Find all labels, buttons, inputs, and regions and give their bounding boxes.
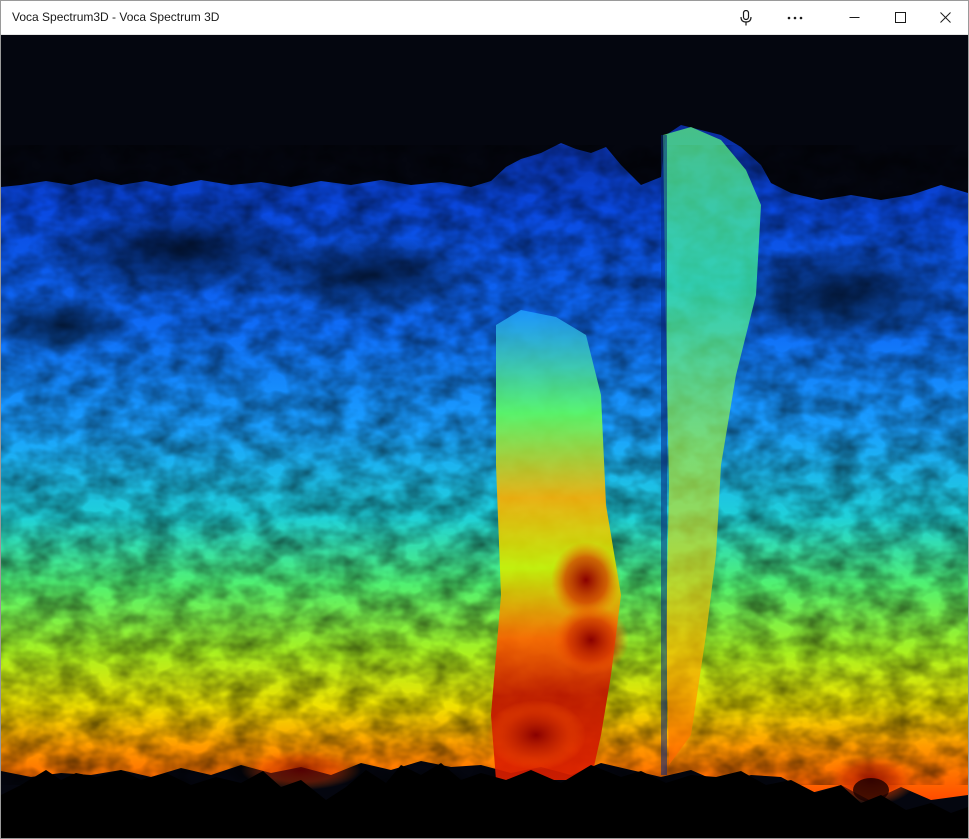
microphone-icon <box>740 9 752 25</box>
more-horizontal-icon <box>787 16 803 19</box>
more-button[interactable] <box>781 1 809 34</box>
maximize-button[interactable] <box>877 1 923 34</box>
title-bar[interactable]: Voca Spectrum3D - Voca Spectrum 3D <box>1 1 968 35</box>
close-icon <box>940 12 951 23</box>
microphone-button[interactable] <box>734 1 758 34</box>
spectrum-surface <box>1 35 968 838</box>
close-button[interactable] <box>923 1 968 34</box>
app-window: Voca Spectrum3D - Voca Spectrum 3D <box>0 0 969 839</box>
maximize-icon <box>894 12 906 23</box>
minimize-icon <box>849 17 859 18</box>
window-title: Voca Spectrum3D - Voca Spectrum 3D <box>12 10 220 24</box>
minimize-button[interactable] <box>831 1 877 34</box>
spectrum-3d-viewport[interactable] <box>1 35 968 838</box>
